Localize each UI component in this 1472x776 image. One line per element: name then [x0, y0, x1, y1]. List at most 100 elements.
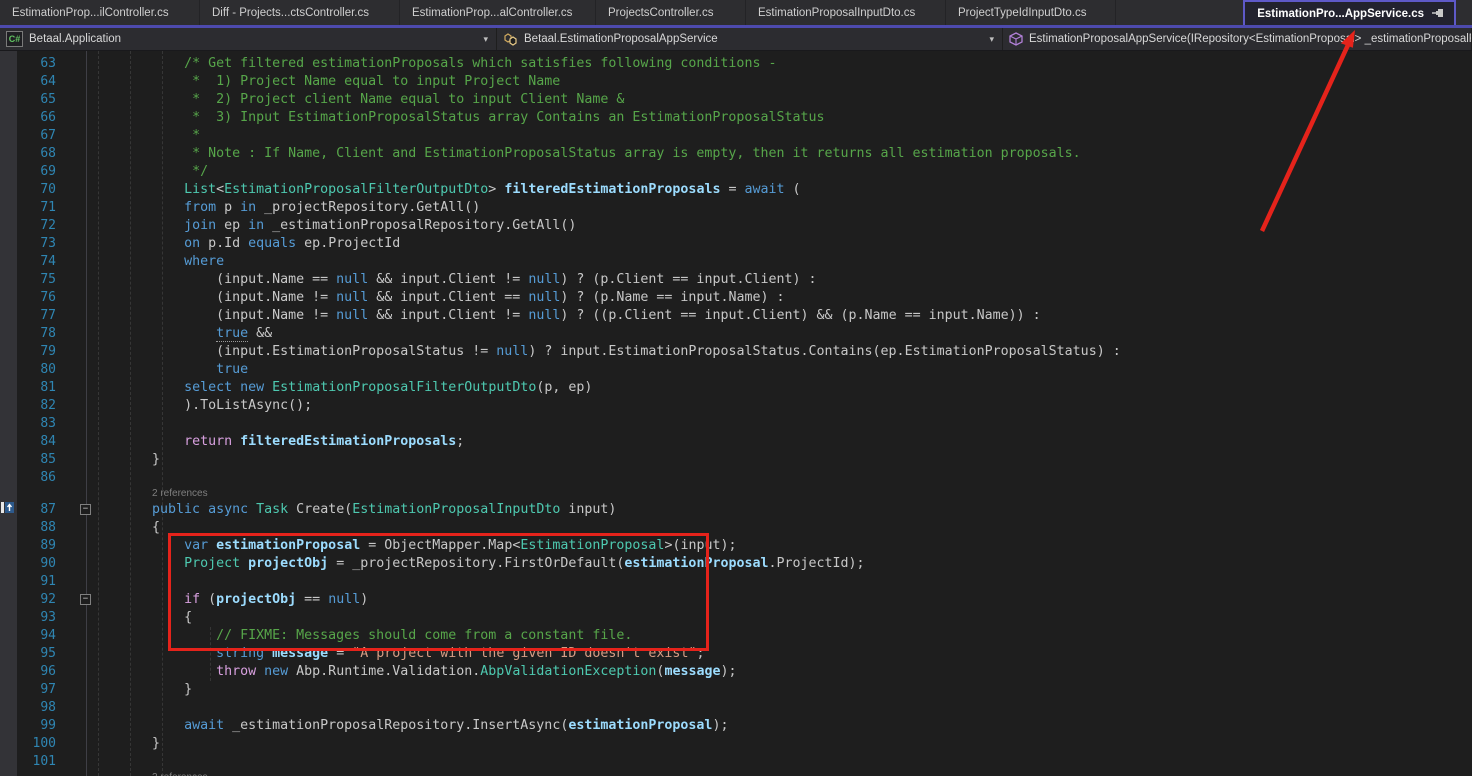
code-text: * 1) Project Name equal to input Project… [88, 73, 560, 91]
code-line: 65 * 2) Project client Name equal to inpu… [0, 91, 1472, 109]
code-line: 85} [0, 451, 1472, 469]
line-number: 98 [20, 699, 56, 717]
code-line: 75(input.Name == null && input.Client !=… [0, 271, 1472, 289]
line-number: 81 [20, 379, 56, 397]
code-editor[interactable]: 63/* Get filtered estimationProposals wh… [0, 51, 1472, 776]
editor-tab[interactable]: Diff - Projects...ctsController.cs [200, 0, 400, 25]
code-line: 91 [0, 573, 1472, 591]
code-line: 100} [0, 735, 1472, 753]
code-text: Project projectObj = _projectRepository.… [88, 555, 865, 573]
tab-label: ProjectsController.cs [608, 7, 713, 19]
code-line: 78true && [0, 325, 1472, 343]
line-number: 86 [20, 469, 56, 487]
code-text: ).ToListAsync(); [88, 397, 312, 415]
editor-tab-active[interactable]: EstimationPro...AppService.cs [1243, 0, 1456, 25]
method-icon [1009, 32, 1023, 46]
code-text: where [88, 253, 224, 271]
line-number: 85 [20, 451, 56, 469]
tab-label: EstimationProp...ilController.cs [12, 7, 169, 19]
line-number: 70 [20, 181, 56, 199]
chevron-down-icon[interactable]: ▾ [989, 34, 994, 45]
code-line: 89 var estimationProposal = ObjectMapper.… [0, 537, 1472, 555]
line-number: 80 [20, 361, 56, 379]
class-icon [503, 32, 518, 46]
code-text: } [88, 681, 192, 699]
code-line: 88{ [0, 519, 1472, 537]
project-dropdown[interactable]: C# Betaal.Application ▾ [0, 28, 497, 50]
editor-tab[interactable]: EstimationProposalInputDto.cs [746, 0, 946, 25]
editor-tab[interactable]: ProjectTypeIdInputDto.cs [946, 0, 1116, 25]
editor-tab[interactable]: EstimationProp...alController.cs [400, 0, 596, 25]
code-text: * Note : If Name, Client and EstimationP… [88, 145, 1081, 163]
line-number: 93 [20, 609, 56, 627]
type-dropdown[interactable]: Betaal.EstimationProposalAppService ▾ [497, 28, 1003, 50]
code-line: 87−public async Task Create(EstimationPr… [0, 501, 1472, 519]
csharp-project-icon: C# [6, 31, 23, 47]
code-line: 96throw new Abp.Runtime.Validation.AbpVa… [0, 663, 1472, 681]
code-line: 83 [0, 415, 1472, 433]
tab-label: EstimationProposalInputDto.cs [758, 7, 915, 19]
line-number: 87 [20, 501, 56, 519]
line-number: 64 [20, 73, 56, 91]
tab-label: Diff - Projects...ctsController.cs [212, 7, 369, 19]
code-line: 80true [0, 361, 1472, 379]
line-number: 90 [20, 555, 56, 573]
code-line: 82).ToListAsync(); [0, 397, 1472, 415]
line-number: 91 [20, 573, 56, 591]
codelens-references[interactable]: 2 references [152, 771, 208, 776]
member-dropdown[interactable]: EstimationProposalAppService(IRepository… [1003, 28, 1472, 50]
line-number: 67 [20, 127, 56, 145]
line-number: 101 [20, 753, 56, 771]
code-line: 92−if (projectObj == null) [0, 591, 1472, 609]
code-line: 81select new EstimationProposalFilterOut… [0, 379, 1472, 397]
code-text: * 3) Input EstimationProposalStatus arra… [88, 109, 825, 127]
line-number: 73 [20, 235, 56, 253]
project-dropdown-label: Betaal.Application [29, 33, 121, 45]
code-text: /* Get filtered estimationProposals whic… [88, 55, 776, 73]
line-number: 77 [20, 307, 56, 325]
line-number: 76 [20, 289, 56, 307]
line-number: 65 [20, 91, 56, 109]
code-line: 90 Project projectObj = _projectRepositor… [0, 555, 1472, 573]
code-line: 77(input.Name != null && input.Client !=… [0, 307, 1472, 325]
code-text: public async Task Create(EstimationPropo… [88, 501, 616, 519]
line-number: 92 [20, 591, 56, 609]
editor-tab[interactable]: ProjectsController.cs [596, 0, 746, 25]
code-line: 76(input.Name != null && input.Client ==… [0, 289, 1472, 307]
code-line: 71from p in _projectRepository.GetAll() [0, 199, 1472, 217]
code-line: 66* 3) Input EstimationProposalStatus ar… [0, 109, 1472, 127]
tab-label: EstimationProp...alController.cs [412, 7, 572, 19]
code-text: string message = "A project with the giv… [88, 645, 704, 663]
line-number: 99 [20, 717, 56, 735]
type-dropdown-label: Betaal.EstimationProposalAppService [524, 33, 718, 45]
margin-change-icon [1, 501, 16, 514]
code-text: (input.EstimationProposalStatus != null)… [88, 343, 1121, 361]
code-line: 97} [0, 681, 1472, 699]
line-number: 84 [20, 433, 56, 451]
line-number: 89 [20, 537, 56, 555]
code-line: 84return filteredEstimationProposals; [0, 433, 1472, 451]
line-number: 69 [20, 163, 56, 181]
line-number: 79 [20, 343, 56, 361]
codelens-references[interactable]: 2 references [152, 487, 208, 501]
line-number: 97 [20, 681, 56, 699]
line-number: 100 [20, 735, 56, 753]
code-line: 101 [0, 753, 1472, 771]
code-line: 98 [0, 699, 1472, 717]
codelens-row: 2 references [0, 487, 1472, 501]
code-text: } [88, 735, 160, 753]
code-text: var estimationProposal = ObjectMapper.Ma… [88, 537, 737, 555]
code-line: 95 string message = "A project with the g… [0, 645, 1472, 663]
editor-tab[interactable]: EstimationProp...ilController.cs [0, 0, 200, 25]
tab-label: EstimationPro...AppService.cs [1257, 8, 1424, 20]
code-text: */ [88, 163, 208, 181]
line-number: 95 [20, 645, 56, 663]
code-text: on p.Id equals ep.ProjectId [88, 235, 400, 253]
chevron-down-icon[interactable]: ▾ [483, 34, 488, 45]
visual-studio-window: EstimationProp...ilController.cs Diff - P… [0, 0, 1472, 776]
code-text: * 2) Project client Name equal to input … [88, 91, 624, 109]
pin-icon[interactable] [1432, 7, 1446, 20]
code-line: 86 [0, 469, 1472, 487]
code-lines: 63/* Get filtered estimationProposals wh… [0, 55, 1472, 776]
code-text: (input.Name == null && input.Client != n… [88, 271, 817, 289]
